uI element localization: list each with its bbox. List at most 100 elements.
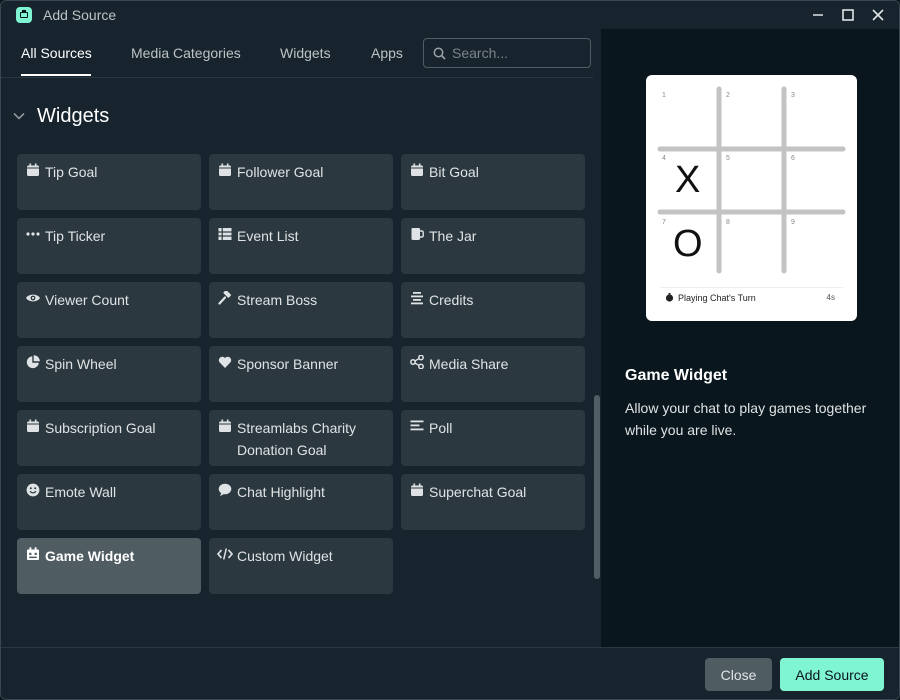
widget-card-emote-wall[interactable]: Emote Wall [17,474,201,530]
widget-card-label: Subscription Goal [45,420,156,436]
cell-number: 2 [726,92,730,99]
cell-number: 4 [662,155,666,162]
widget-card-label: Tip Goal [45,164,98,180]
game-status-text: Playing Chat's Turn [678,293,756,303]
game-icon [25,546,41,562]
minimize-button[interactable] [803,1,833,29]
widgets-section-header[interactable]: Widgets [13,103,109,129]
widget-card-label: Bit Goal [429,164,479,180]
o-mark: O [673,223,703,265]
chat-bubble-icon [217,482,233,498]
cell-number: 3 [791,92,795,99]
widget-card-spin-wheel[interactable]: Spin Wheel [17,346,201,402]
cell-number: 8 [726,219,730,226]
widget-card-label: Follower Goal [237,164,324,180]
widget-card-bit-goal[interactable]: Bit Goal [401,154,585,210]
maximize-button[interactable] [833,1,863,29]
widget-card-follower-goal[interactable]: Follower Goal [209,154,393,210]
widget-card-tip-ticker[interactable]: Tip Ticker [17,218,201,274]
widget-card-the-jar[interactable]: The Jar [401,218,585,274]
search-input[interactable] [452,43,582,63]
window-title: Add Source [43,7,117,23]
code-icon [217,546,233,562]
widget-card-custom-widget[interactable]: Custom Widget [209,538,393,594]
widget-card-label: Emote Wall [45,484,117,500]
add-source-window: Add Source All Sources Media Categories … [0,0,900,700]
calendar-icon [409,482,425,498]
sources-panel: All Sources Media Categories Widgets App… [1,29,601,647]
cell-number: 6 [791,155,795,162]
close-icon [872,9,884,21]
widget-card-label: Streamlabs Charity Donation Goal [237,420,357,458]
detail-title: Game Widget [625,367,728,384]
search-box[interactable] [423,38,591,68]
widget-card-label: Chat Highlight [237,484,325,500]
pie-icon [25,354,41,370]
ellipsis-icon [25,226,41,242]
widget-card-media-share[interactable]: Media Share [401,346,585,402]
widget-card-poll[interactable]: Poll [401,410,585,466]
widget-card-event-list[interactable]: Event List [209,218,393,274]
calendar-icon [217,418,233,434]
title-bar: Add Source [1,1,899,29]
cell-number: 5 [726,155,730,162]
close-window-button[interactable] [863,1,893,29]
widget-card-label: Superchat Goal [429,484,527,500]
widget-card-label: Media Share [429,356,509,372]
widget-card-label: Tip Ticker [45,228,106,244]
widget-card-label: Poll [429,420,453,436]
hammer-icon [217,290,233,306]
minimize-icon [813,14,823,16]
detail-panel: 1 2 3 4 5 6 7 8 9 X O Playing Chat's Tur… [601,29,899,647]
align-center-icon [409,290,425,306]
widget-card-label: Stream Boss [237,292,318,308]
tab-all-sources[interactable]: All Sources [21,45,92,61]
calendar-icon [409,162,425,178]
widget-card-sponsor-banner[interactable]: Sponsor Banner [209,346,393,402]
tab-apps[interactable]: Apps [371,45,403,61]
widget-card-label: Credits [429,292,474,308]
source-tabs: All Sources Media Categories Widgets App… [1,29,601,78]
x-mark: X [675,159,701,201]
list-icon [217,226,233,242]
streamlabs-logo-icon [16,7,32,23]
tab-media-categories[interactable]: Media Categories [131,45,241,61]
eye-icon [25,290,41,306]
align-left-icon [409,418,425,434]
widget-preview: 1 2 3 4 5 6 7 8 9 X O Playing Chat's Tur… [646,75,857,321]
widget-card-subscription-goal[interactable]: Subscription Goal [17,410,201,466]
smile-icon [25,482,41,498]
widget-card-streamlabs-charity-donation-goal[interactable]: Streamlabs Charity Donation Goal [209,410,393,466]
widget-card-label: Game Widget [45,548,135,564]
widget-card-viewer-count[interactable]: Viewer Count [17,282,201,338]
calendar-icon [217,162,233,178]
widget-card-stream-boss[interactable]: Stream Boss [209,282,393,338]
widget-card-credits[interactable]: Credits [401,282,585,338]
share-icon [409,354,425,370]
calendar-icon [25,418,41,434]
widget-card-game-widget[interactable]: Game Widget [17,538,201,594]
section-title: Widgets [37,104,110,127]
scrollbar-thumb[interactable] [594,395,600,579]
heart-icon [217,354,233,370]
maximize-icon [842,9,854,21]
tab-widgets[interactable]: Widgets [280,45,331,61]
widget-card-label: Custom Widget [237,548,333,564]
widget-card-label: Sponsor Banner [237,356,339,372]
game-timer: 4s [826,293,835,302]
close-button[interactable]: Close [705,658,772,691]
add-source-button[interactable]: Add Source [780,658,884,691]
search-icon [433,47,446,60]
widget-card-label: Spin Wheel [45,356,117,372]
widget-card-chat-highlight[interactable]: Chat Highlight [209,474,393,530]
cell-number: 9 [791,219,795,226]
detail-description: Allow your chat to play games together w… [625,400,867,438]
cell-number: 1 [662,92,666,99]
widget-card-superchat-goal[interactable]: Superchat Goal [401,474,585,530]
stopwatch-icon [665,293,674,302]
widget-card-label: Event List [237,228,299,244]
widget-card-tip-goal[interactable]: Tip Goal [17,154,201,210]
game-status-bar: Playing Chat's Turn 4s [660,287,843,308]
jar-icon [409,226,425,242]
widget-card-label: Viewer Count [45,292,129,308]
